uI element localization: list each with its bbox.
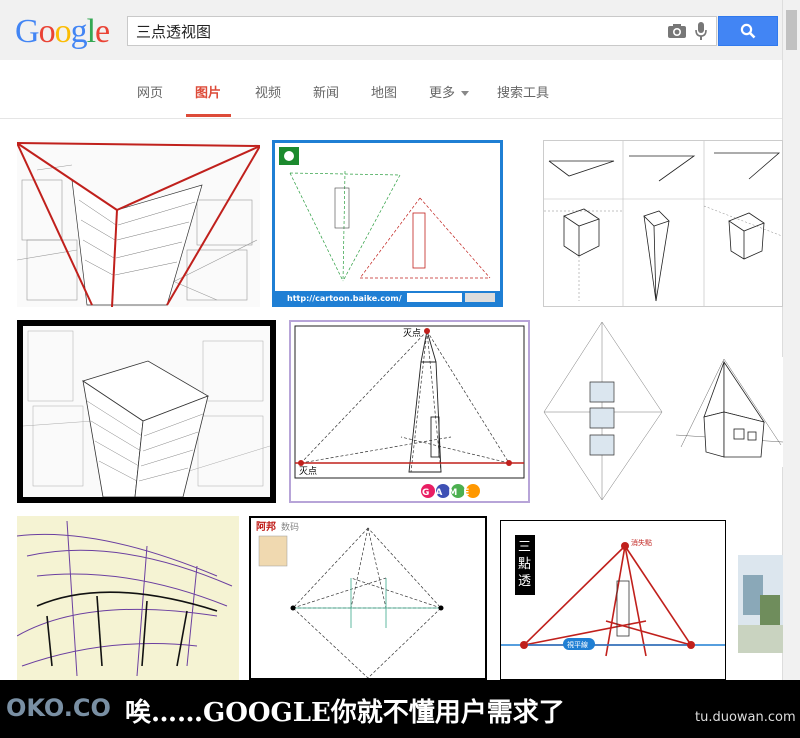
title-char-2: 點 [518,557,531,572]
image-result[interactable]: 阿邦 数码 [249,516,487,680]
game-logo-text: GAME [422,488,475,498]
tab-news[interactable]: 新闻 [313,82,339,101]
google-logo[interactable]: Google [15,12,110,52]
perspective-diagram-cartoon: http://cartoon.baike.com/ [275,143,500,304]
image-result[interactable] [738,555,783,653]
source-logo-shuma: 数码 [281,521,299,533]
vanishing-label-top: 消失點 [631,538,652,547]
three-cubes-perspective [543,321,663,501]
horizon-label: 視平線 [567,640,588,649]
title-char-1: 三 [518,540,531,555]
watermark-oko: OKO.CO [6,694,111,722]
tab-images[interactable]: 图片 [195,82,221,101]
image-result[interactable]: 三 點 透 視平線 消失點 [500,520,726,680]
aerial-building-sketch [23,326,270,497]
purple-sketch-drawing [17,520,233,677]
source-logo-ahang: 阿邦 [256,520,276,533]
image-result[interactable] [17,140,260,307]
vanishing-point-label-top: 灭点 [403,328,421,339]
source-url: http://cartoon.baike.com/ [287,294,402,303]
diamond-perspective-diagram: 阿邦 数码 [256,520,444,678]
caption-text: 唉……GOOGLE你就不懂用户需求了 [125,698,565,728]
tab-more[interactable]: 更多 [429,82,470,101]
search-input[interactable] [136,21,656,41]
perspective-grid-sketches [544,141,782,306]
search-box[interactable] [127,16,717,46]
scrollbar[interactable] [782,0,800,680]
top-bar: Google [0,0,800,60]
image-result[interactable]: http://cartoon.baike.com/ [272,140,503,307]
mic-icon[interactable] [694,21,708,41]
scrollbar-thumb[interactable] [786,10,797,50]
tower-three-point-diagram: 灭点 灭点 GAME [294,325,525,498]
image-result[interactable] [17,516,239,680]
search-icon [740,23,756,39]
tab-video[interactable]: 视频 [255,82,281,101]
vanishing-point-label-left: 灭点 [299,466,317,477]
caption-bar: OKO.CO 唉……GOOGLE你就不懂用户需求了 tu.duowan.com [0,680,800,738]
title-char-3: 透 [518,574,531,589]
city-model-thumbnail [738,575,783,653]
tab-search-tools[interactable]: 搜索工具 [497,82,549,101]
image-result[interactable] [17,320,276,503]
house-perspective-sketch [676,358,783,458]
image-result[interactable] [542,320,664,503]
city-perspective-sketch [17,142,260,307]
camera-icon[interactable] [667,23,687,39]
tab-web[interactable]: 网页 [137,82,163,101]
image-result[interactable] [543,140,783,307]
active-tab-indicator [186,114,231,117]
image-result[interactable] [676,357,783,467]
tab-maps[interactable]: 地图 [371,82,397,101]
tab-more-label: 更多 [429,86,456,101]
three-point-pyramid-diagram: 三 點 透 視平線 消失點 [501,535,725,657]
search-button[interactable] [718,16,778,46]
search-nav: 网页 图片 视频 新闻 地图 更多 搜索工具 [0,60,782,119]
image-result[interactable]: 灭点 灭点 GAME [289,320,530,503]
chevron-down-icon [461,91,470,96]
watermark-duowan: tu.duowan.com [695,710,796,725]
